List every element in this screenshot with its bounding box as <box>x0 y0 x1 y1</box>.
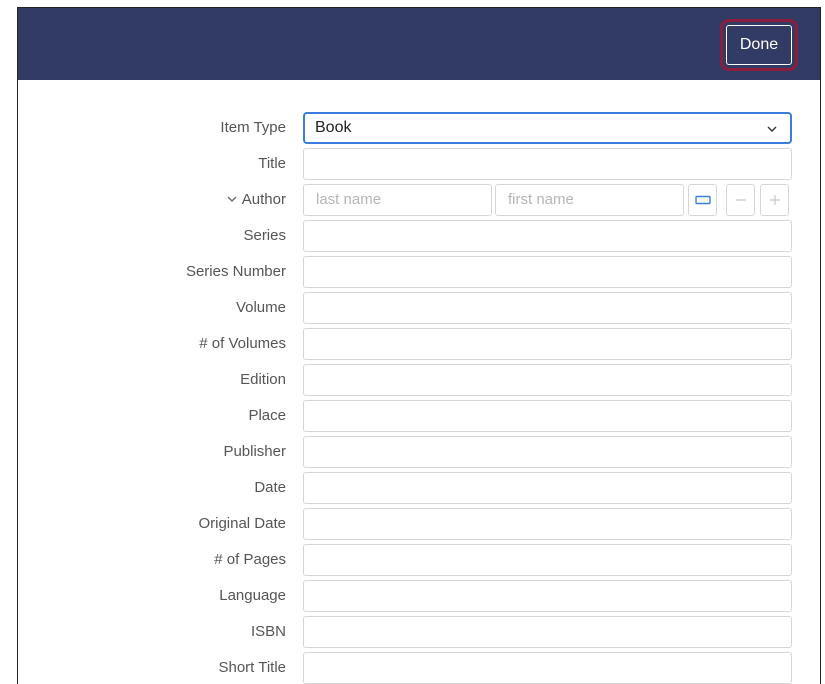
row-title: Title <box>18 148 820 180</box>
single-field-icon <box>694 195 711 205</box>
label-publisher: Publisher <box>223 443 286 460</box>
row-num-volumes: # of Volumes <box>18 328 820 360</box>
label-num-pages: # of Pages <box>214 551 286 568</box>
label-language: Language <box>219 587 286 604</box>
row-language: Language <box>18 580 820 612</box>
publisher-input[interactable] <box>303 436 792 468</box>
row-num-pages: # of Pages <box>18 544 820 576</box>
row-volume: Volume <box>18 292 820 324</box>
label-date: Date <box>254 479 286 496</box>
original-date-input[interactable] <box>303 508 792 540</box>
label-series-number: Series Number <box>185 263 286 280</box>
label-author[interactable]: Author <box>226 184 286 216</box>
label-isbn: ISBN <box>250 623 286 640</box>
date-input[interactable] <box>303 472 792 504</box>
editor-header: Done <box>18 8 820 80</box>
plus-icon <box>769 195 780 205</box>
label-title: Title <box>258 155 286 172</box>
label-edition: Edition <box>240 371 286 388</box>
row-series: Series <box>18 220 820 252</box>
label-series: Series <box>243 227 286 244</box>
author-first-name-input[interactable]: first name <box>495 184 684 216</box>
done-button[interactable]: Done <box>726 25 792 65</box>
row-isbn: ISBN <box>18 616 820 648</box>
row-series-number: Series Number <box>18 256 820 288</box>
place-input[interactable] <box>303 400 792 432</box>
volume-input[interactable] <box>303 292 792 324</box>
label-short-title: Short Title <box>218 659 286 676</box>
switch-name-mode-button[interactable] <box>688 184 717 216</box>
item-type-select[interactable]: Book <box>303 112 792 144</box>
row-date: Date <box>18 472 820 504</box>
row-item-type: Item Type Book <box>18 112 820 144</box>
isbn-input[interactable] <box>303 616 792 648</box>
item-type-value: Book <box>315 119 352 136</box>
edition-input[interactable] <box>303 364 792 396</box>
item-editor-window: Done Item Type Book Title Author last na… <box>17 7 821 684</box>
done-button-highlight: Done <box>720 19 798 71</box>
row-place: Place <box>18 400 820 432</box>
add-author-button[interactable] <box>760 184 789 216</box>
row-short-title: Short Title <box>18 652 820 684</box>
label-num-volumes: # of Volumes <box>199 335 286 352</box>
num-volumes-input[interactable] <box>303 328 792 360</box>
author-label-text: Author <box>241 191 286 208</box>
row-original-date: Original Date <box>18 508 820 540</box>
row-author: Author last name first name <box>18 184 820 216</box>
chevron-down-icon <box>767 126 777 132</box>
series-input[interactable] <box>303 220 792 252</box>
row-edition: Edition <box>18 364 820 396</box>
row-publisher: Publisher <box>18 436 820 468</box>
title-input[interactable] <box>303 148 792 180</box>
minus-icon <box>735 199 746 201</box>
label-place: Place <box>248 407 286 424</box>
series-number-input[interactable] <box>303 256 792 288</box>
num-pages-input[interactable] <box>303 544 792 576</box>
remove-author-button[interactable] <box>726 184 755 216</box>
label-item-type: Item Type <box>220 119 286 136</box>
label-volume: Volume <box>235 299 286 316</box>
chevron-down-icon[interactable] <box>226 193 238 205</box>
short-title-input[interactable] <box>303 652 792 684</box>
language-input[interactable] <box>303 580 792 612</box>
label-original-date: Original Date <box>198 515 286 532</box>
author-last-name-input[interactable]: last name <box>303 184 492 216</box>
